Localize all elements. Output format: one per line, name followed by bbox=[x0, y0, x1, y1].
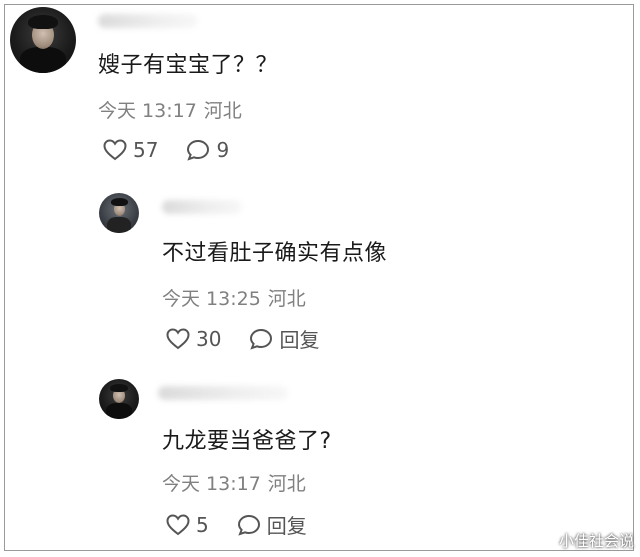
avatar[interactable] bbox=[99, 193, 139, 233]
comment-location: 河北 bbox=[267, 288, 306, 310]
reply-button[interactable]: 回复 bbox=[249, 324, 319, 353]
comment-actions: 5 回复 bbox=[166, 510, 335, 539]
like-button[interactable]: 30 bbox=[166, 327, 221, 351]
username-redacted bbox=[98, 14, 198, 28]
comment-bubble-icon bbox=[237, 514, 260, 536]
avatar[interactable] bbox=[10, 7, 76, 73]
comment-actions: 57 9 bbox=[103, 138, 257, 162]
comment-location: 河北 bbox=[267, 473, 306, 495]
comment-text: 嫂子有宝宝了？？ bbox=[98, 53, 279, 78]
heart-icon bbox=[103, 139, 127, 161]
comment-bubble-icon bbox=[187, 139, 210, 161]
reply-count: 9 bbox=[216, 138, 230, 162]
heart-icon bbox=[166, 513, 190, 535]
comment-time: 今天 13:25 bbox=[162, 288, 261, 310]
username-redacted bbox=[158, 386, 288, 400]
like-count: 57 bbox=[133, 138, 159, 162]
comment-location: 河北 bbox=[203, 100, 242, 122]
comment-meta: 今天 13:17 河北 bbox=[98, 96, 249, 123]
comment-time: 今天 13:17 bbox=[162, 473, 261, 495]
comment-time: 今天 13:17 bbox=[98, 100, 197, 122]
username-redacted bbox=[162, 200, 242, 214]
avatar[interactable] bbox=[99, 379, 139, 419]
like-count: 30 bbox=[196, 326, 222, 351]
comment-bubble-icon bbox=[250, 328, 273, 350]
screenshot-frame bbox=[4, 4, 634, 551]
heart-icon bbox=[166, 327, 190, 349]
comment-meta: 今天 13:17 河北 bbox=[162, 469, 313, 496]
reply-label: 回复 bbox=[266, 514, 307, 538]
comment-meta: 今天 13:25 河北 bbox=[162, 284, 313, 311]
comment-text: 不过看肚子确实有点像 bbox=[162, 241, 388, 266]
like-button[interactable]: 57 bbox=[103, 138, 158, 162]
like-count: 5 bbox=[196, 512, 209, 537]
comment-actions: 30 回复 bbox=[166, 324, 347, 353]
reply-label: 回复 bbox=[279, 328, 320, 352]
reply-button[interactable]: 回复 bbox=[237, 510, 307, 539]
comment-button[interactable]: 9 bbox=[186, 138, 229, 162]
watermark: 小佳社会说 bbox=[558, 532, 634, 550]
like-button[interactable]: 5 bbox=[166, 513, 209, 537]
comment-text: 九龙要当爸爸了? bbox=[162, 429, 332, 454]
